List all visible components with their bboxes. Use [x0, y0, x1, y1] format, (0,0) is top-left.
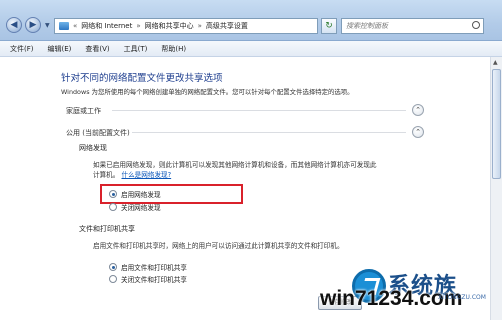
network-discovery-text-line1: 如果已启用网络发现，则此计算机可以发现其他网络计算机和设备，而其他网络计算机亦可… [93, 161, 377, 169]
what-is-network-discovery-link[interactable]: 什么是网络发现? [121, 171, 171, 179]
radio-label[interactable]: 启用文件和打印机共享 [121, 262, 187, 272]
forward-button[interactable]: ▶ [25, 17, 41, 33]
divider [112, 110, 406, 111]
radio-label[interactable]: 关闭网络发现 [121, 202, 161, 212]
radio-button[interactable] [109, 203, 117, 211]
breadcrumb-overflow[interactable]: « [73, 22, 77, 30]
radio-disable-network-discovery[interactable]: 关闭网络发现 [109, 202, 161, 212]
network-discovery-title: 网络发现 [79, 144, 107, 152]
title-bar: ◀ ▶ ▼ « 网络和 Internet » 网络和共享中心 » 高级共享设置 … [0, 0, 502, 41]
menu-view[interactable]: 查看(V) [85, 44, 109, 54]
radio-label[interactable]: 关闭文件和打印机共享 [121, 274, 187, 284]
profile-public-label[interactable]: 公用 (当前配置文件) [66, 128, 130, 138]
menu-bar: 文件(F) 编辑(E) 查看(V) 工具(T) 帮助(H) [0, 41, 502, 57]
breadcrumb-network-internet[interactable]: 网络和 Internet [81, 21, 132, 31]
menu-file[interactable]: 文件(F) [10, 44, 34, 54]
control-panel-icon [59, 22, 69, 30]
watermark-sub: XITONGZU.COM [438, 294, 486, 301]
page-description: Windows 为您所使用的每个网络创建单独的网络配置文件。您可以针对每个配置文… [61, 88, 354, 96]
scroll-up-icon[interactable]: ▲ [493, 59, 498, 66]
radio-button-selected[interactable] [109, 263, 117, 271]
breadcrumb-separator[interactable]: » [198, 22, 202, 30]
breadcrumb-separator[interactable]: » [136, 22, 140, 30]
divider [132, 132, 406, 133]
menu-tools[interactable]: 工具(T) [124, 44, 148, 54]
history-dropdown-icon[interactable]: ▼ [45, 22, 50, 29]
expand-home-work-button[interactable]: ⌃ [412, 104, 424, 116]
search-placeholder: 搜索控制面板 [346, 22, 388, 30]
radio-disable-printer-sharing[interactable]: 关闭文件和打印机共享 [109, 274, 187, 284]
page-title: 针对不同的网络配置文件更改共享选项 [61, 73, 223, 84]
collapse-public-button[interactable]: ⌃ [412, 126, 424, 138]
radio-button[interactable] [109, 275, 117, 283]
breadcrumb-advanced-sharing[interactable]: 高级共享设置 [206, 21, 248, 31]
profile-home-work-label[interactable]: 家庭或工作 [66, 106, 101, 116]
menu-help[interactable]: 帮助(H) [161, 44, 186, 54]
back-button[interactable]: ◀ [6, 17, 22, 33]
refresh-button[interactable]: ↻ [321, 18, 337, 34]
breadcrumb-network-sharing-center[interactable]: 网络和共享中心 [145, 21, 194, 31]
search-input[interactable]: 搜索控制面板 [341, 18, 484, 34]
address-bar[interactable]: « 网络和 Internet » 网络和共享中心 » 高级共享设置 [54, 18, 318, 34]
radio-enable-printer-sharing[interactable]: 启用文件和打印机共享 [109, 262, 187, 272]
network-discovery-text-line2-wrap: 计算机。 什么是网络发现? [93, 170, 171, 180]
radio-enable-network-discovery[interactable]: 启用网络发现 [109, 189, 161, 199]
radio-label[interactable]: 启用网络发现 [121, 189, 161, 199]
printer-sharing-text: 启用文件和打印机共享时，网络上的用户可以访问通过此计算机共享的文件和打印机。 [93, 242, 344, 250]
watermark: 系统族 win71234.com XITONGZU.COM [320, 266, 500, 318]
network-discovery-text-line2: 计算机。 [93, 171, 120, 179]
menu-edit[interactable]: 编辑(E) [48, 44, 72, 54]
search-icon[interactable] [472, 21, 480, 29]
printer-sharing-title: 文件和打印机共享 [79, 225, 135, 233]
scroll-thumb[interactable] [492, 69, 501, 179]
radio-button-selected[interactable] [109, 190, 117, 198]
